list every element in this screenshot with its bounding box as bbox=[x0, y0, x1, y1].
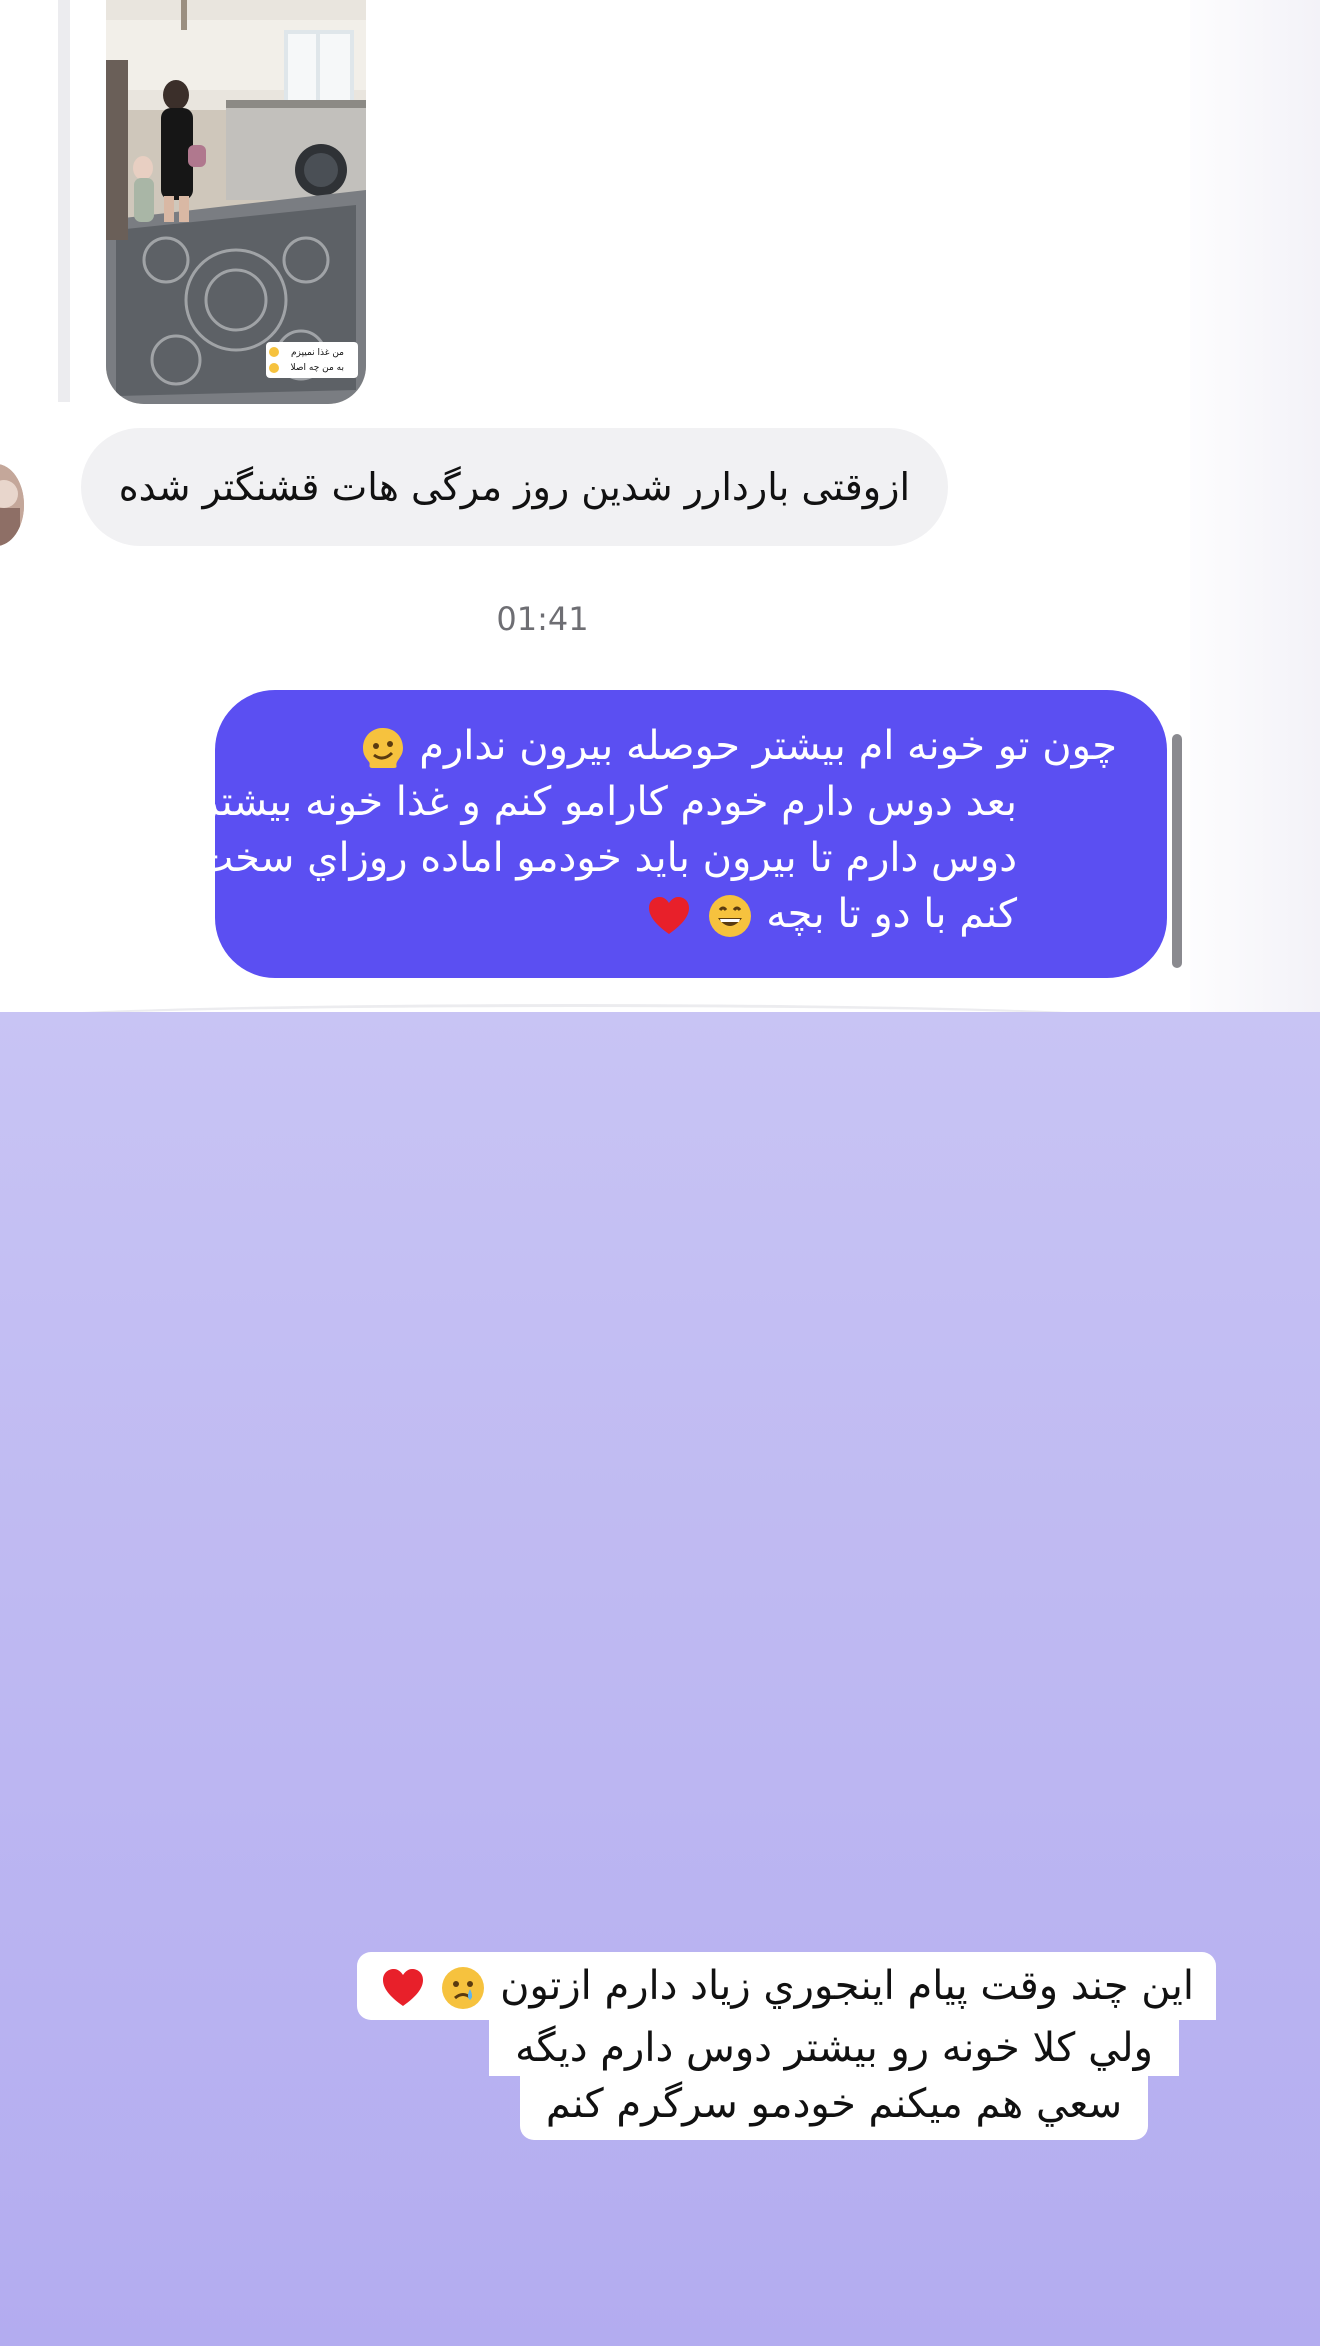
sent-message-line-1-text: چون تو خونه ام بیشتر حوصله بیرون ندارم bbox=[419, 723, 1117, 769]
next-message-edge bbox=[0, 1004, 1150, 1012]
sender-avatar[interactable] bbox=[0, 464, 24, 546]
story-text-overlay: اين چند وقت پيام اينجوري زياد دارم ازتون… bbox=[356, 1952, 1216, 2140]
story-text-line-1-text: اين چند وقت پيام اينجوري زياد دارم ازتون bbox=[500, 1963, 1194, 2009]
kitchen-photo: من غذا نمیپزم به من چه اصلا bbox=[106, 0, 366, 404]
story-text-line-2: ولي کلا خونه رو بیشتر دوس دارم دیگه bbox=[489, 2020, 1179, 2076]
avatar-photo bbox=[0, 464, 24, 546]
scrollbar-thumb[interactable] bbox=[1172, 734, 1182, 968]
image-caption-line-1: من غذا نمیپزم bbox=[291, 348, 344, 358]
chat-panel[interactable]: من غذا نمیپزم به من چه اصلا ازوقتی باردا… bbox=[0, 0, 1190, 1012]
sent-message-line-1: چون تو خونه ام بیشتر حوصله بیرون ندارم bbox=[251, 718, 1117, 774]
story-text-line-1: اين چند وقت پيام اينجوري زياد دارم ازتون bbox=[356, 1952, 1216, 2020]
sent-message-line-2: بعد دوس دارم خودم کارامو کنم و غذا خونه … bbox=[199, 779, 1017, 825]
sent-message-line-3: دوس دارم تا بیرون باید خودمو اماده روزاي… bbox=[149, 835, 1017, 881]
received-message-bubble[interactable]: ازوقتی باردارر شدین روز مرگی هات قشنگتر … bbox=[80, 428, 948, 546]
sent-message-line-4-text: کنم با دو تا بچه bbox=[766, 891, 1017, 937]
red-heart-icon bbox=[648, 897, 689, 934]
sent-message-bubble[interactable]: چون تو خونه ام بیشتر حوصله بیرون ندارم ب… bbox=[149, 690, 1167, 978]
received-message-text: ازوقتی باردارر شدین روز مرگی هات قشنگتر … bbox=[118, 465, 910, 509]
reply-indicator-line bbox=[58, 0, 70, 402]
grinning-face-icon bbox=[708, 895, 751, 937]
message-timestamp: 01:41 bbox=[496, 600, 589, 638]
image-caption-line-2: به من چه اصلا bbox=[291, 363, 345, 373]
red-heart-icon bbox=[382, 1969, 423, 2006]
melting-face-icon bbox=[362, 728, 403, 768]
crying-face-icon bbox=[442, 1967, 485, 2009]
sent-message-line-4: کنم با دو تا بچه bbox=[251, 886, 1017, 942]
shared-story-image[interactable]: من غذا نمیپزم به من چه اصلا bbox=[106, 0, 366, 404]
story-text-line-3: سعي هم ميکنم خودمو سرگرم کنم bbox=[519, 2076, 1149, 2140]
